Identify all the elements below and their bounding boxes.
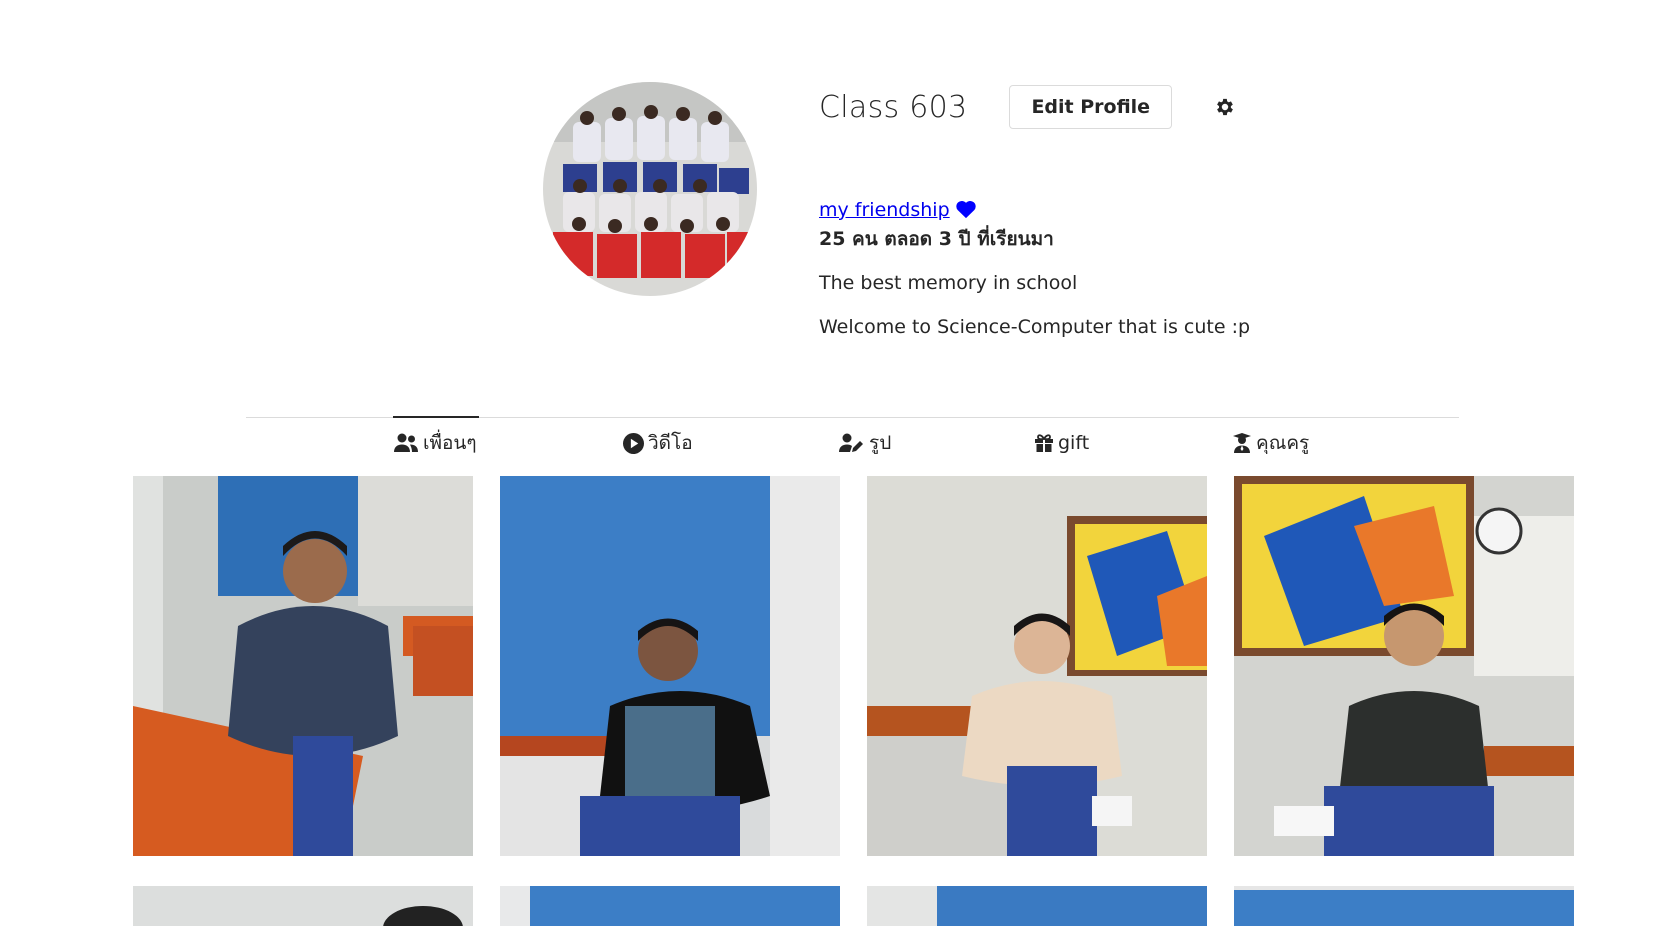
photo-tile[interactable] [133,886,473,926]
tab-label: รูป [869,432,892,454]
friendship-link[interactable]: my friendship [819,199,950,221]
profile-avatar [543,82,757,296]
tab-gift[interactable]: gift [1034,428,1089,458]
photo-tile[interactable] [867,476,1207,856]
teacher-icon [1232,433,1252,453]
heart-icon [955,199,977,226]
bio-line-2: Welcome to Science-Computer that is cute… [819,316,1251,338]
tab-label: วิดีโอ [648,432,693,454]
gift-icon [1034,433,1054,453]
profile-username: Class 603 [819,89,968,125]
tab-label: gift [1058,432,1090,454]
photo-tile[interactable] [500,476,840,856]
photo-tile[interactable] [1234,886,1574,926]
tab-label: เพื่อนๆ [423,432,477,454]
profile-title-row: Class 603 Edit Profile [819,82,1519,132]
profile-headline: 25 คน ตลอด 3 ปี ที่เรียนมา [819,228,1054,250]
bio-line-1: The best memory in school [819,272,1078,294]
tab-teachers[interactable]: คุณครู [1232,428,1309,458]
tab-friends[interactable]: เพื่อนๆ [393,428,477,458]
user-edit-icon [839,433,865,453]
tab-label: คุณครู [1256,432,1310,454]
photo-tile[interactable] [867,886,1207,926]
photo-tile[interactable] [500,886,840,926]
tab-photos[interactable]: รูป [839,428,891,458]
profile-bio: my friendship 25 คน ตลอด 3 ปี ที่เรียนมา… [819,197,1519,340]
profile-info: Class 603 Edit Profile my friendship 25 … [819,82,1519,340]
play-circle-icon [623,432,644,454]
edit-profile-button[interactable]: Edit Profile [1009,85,1173,129]
tab-videos[interactable]: วิดีโอ [623,428,693,458]
photo-tile[interactable] [1234,476,1574,856]
users-icon [393,433,419,453]
photo-tile[interactable] [133,476,473,856]
active-tab-indicator [393,416,479,418]
gear-icon[interactable] [1214,95,1238,119]
